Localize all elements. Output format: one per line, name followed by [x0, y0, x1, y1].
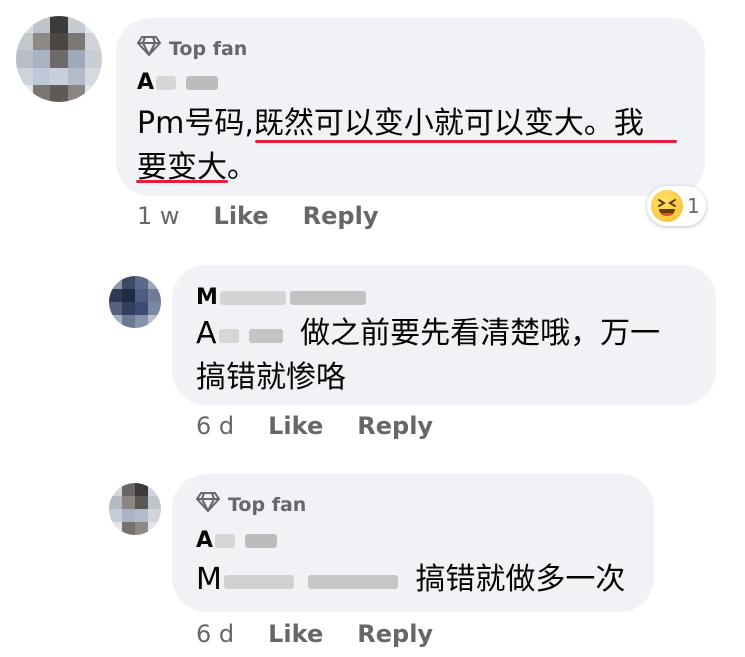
redacted-name [218, 329, 239, 343]
mention-link[interactable]: M [196, 562, 398, 597]
like-button[interactable]: Like [268, 412, 323, 440]
redacted-name [156, 75, 177, 90]
redacted-name [245, 533, 278, 548]
reaction-summary[interactable]: 1 [647, 186, 706, 226]
reply-button[interactable]: Reply [357, 620, 433, 648]
comment-text: Pm号码,既然可以变小就可以变大。我 要变大。 [137, 106, 644, 185]
comment-actions: 6 d Like Reply [196, 620, 433, 648]
underlined-text: 既然可以变小就可以变大。我 [253, 106, 644, 141]
reply-button[interactable]: Reply [357, 412, 433, 440]
reaction-count: 1 [687, 194, 700, 218]
reply-button[interactable]: Reply [303, 202, 379, 230]
red-underline [255, 140, 677, 143]
diamond-icon [137, 36, 161, 61]
avatar[interactable] [109, 483, 161, 535]
like-button[interactable]: Like [268, 620, 323, 648]
timestamp[interactable]: 6 d [196, 620, 234, 648]
top-fan-badge: Top fan [196, 492, 306, 517]
redacted-name [215, 533, 236, 548]
redacted-name [186, 75, 219, 90]
top-fan-label: Top fan [228, 493, 307, 516]
redacted-name [307, 575, 398, 589]
comment-actions: 6 d Like Reply [196, 412, 433, 440]
timestamp[interactable]: 1 w [137, 202, 180, 230]
comment-author-name[interactable]: A [196, 528, 278, 553]
top-fan-badge: Top fan [137, 36, 247, 61]
avatar[interactable] [16, 16, 102, 102]
timestamp[interactable]: 6 d [196, 412, 234, 440]
comment-text: A 做之前要先看清楚哦，万一 搞错就惨咯 [196, 316, 661, 395]
laughing-emoji-icon [651, 190, 683, 222]
redacted-name [223, 575, 294, 589]
comment-author-name[interactable]: A [137, 70, 219, 95]
red-underline [136, 180, 228, 183]
comment-author-name[interactable]: M [196, 285, 366, 310]
diamond-icon [196, 492, 220, 517]
comment-actions: 1 w Like Reply [137, 202, 378, 230]
like-button[interactable]: Like [214, 202, 269, 230]
redacted-name [289, 290, 366, 305]
top-fan-label: Top fan [169, 37, 248, 60]
mention-link[interactable]: A [196, 316, 283, 351]
comment-text: M 搞错就做多一次 [196, 562, 626, 597]
redacted-name [248, 329, 283, 343]
avatar[interactable] [109, 276, 161, 328]
redacted-name [219, 290, 286, 305]
